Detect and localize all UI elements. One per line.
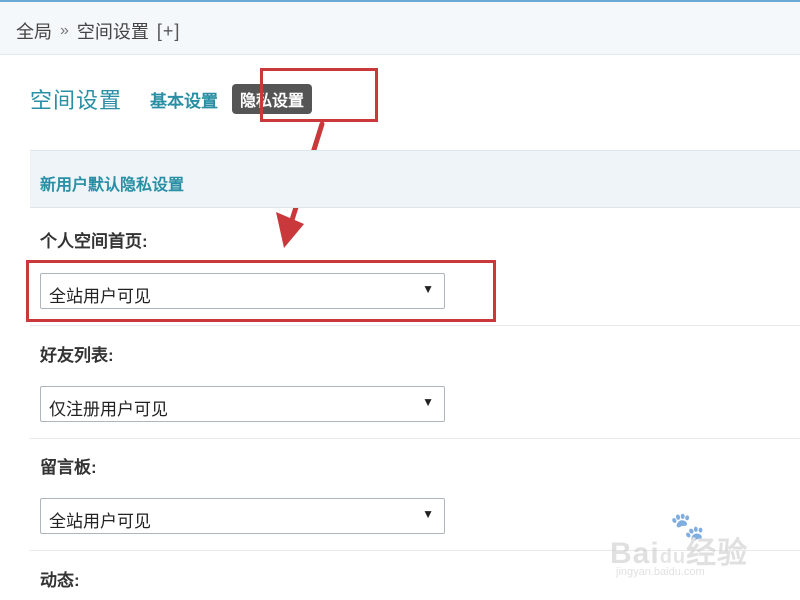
guestbook-privacy-select[interactable]: 全站用户可见 ▼	[40, 498, 445, 534]
divider	[30, 325, 800, 326]
chevron-down-icon: ▼	[422, 395, 434, 409]
watermark-logo-du: du	[659, 546, 687, 568]
divider	[30, 438, 800, 439]
guestbook-privacy-value: 全站用户可见	[49, 512, 151, 531]
field-label-guestbook: 留言板:	[40, 458, 97, 477]
field-label-activity: 动态:	[40, 571, 80, 590]
friends-privacy-select[interactable]: 仅注册用户可见 ▼	[40, 386, 445, 422]
breadcrumb-root[interactable]: 全局	[16, 18, 52, 44]
top-accent-line	[0, 0, 800, 2]
highlight-box-homepage-select	[26, 260, 496, 322]
add-shortcut-button[interactable]: [+]	[157, 21, 181, 42]
baidu-jingyan-watermark: 🐾 Baidu经验 jingyan.baidu.com	[610, 511, 780, 588]
highlight-box-privacy-tab	[260, 68, 378, 122]
page-title: 空间设置	[30, 88, 123, 113]
breadcrumb-separator: »	[60, 22, 69, 39]
field-label-homepage: 个人空间首页:	[40, 232, 148, 251]
section-title: 新用户默认隐私设置	[40, 177, 185, 194]
field-label-friends: 好友列表:	[40, 346, 114, 365]
tab-basic-settings[interactable]: 基本设置	[150, 87, 218, 112]
watermark-url: jingyan.baidu.com	[616, 566, 705, 578]
breadcrumb: 全局 » 空间设置 [+]	[16, 18, 180, 44]
friends-privacy-value: 仅注册用户可见	[49, 400, 168, 419]
top-bar: 全局 » 空间设置 [+]	[0, 0, 800, 55]
section-header: 新用户默认隐私设置	[30, 150, 800, 208]
chevron-down-icon: ▼	[422, 507, 434, 521]
breadcrumb-current: 空间设置	[76, 22, 149, 42]
